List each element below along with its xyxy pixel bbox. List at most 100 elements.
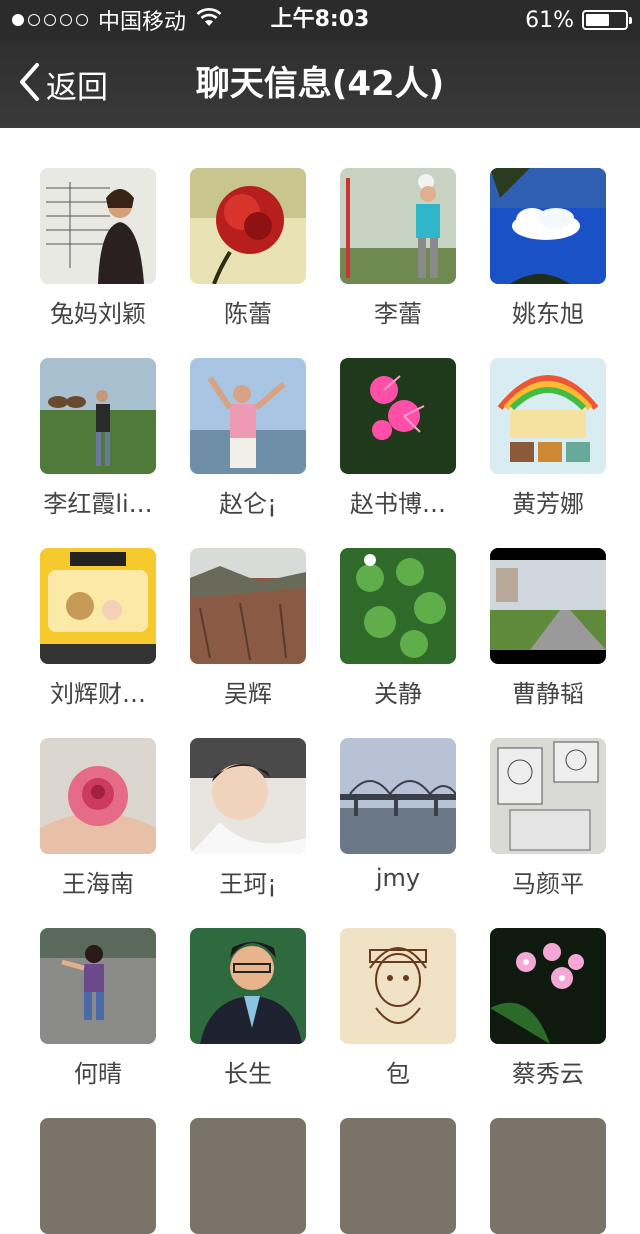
member-item[interactable]: 赵仑¡ xyxy=(190,358,306,518)
member-item[interactable] xyxy=(490,1118,606,1234)
beach-man-photo-icon xyxy=(190,358,306,474)
partial-photo-icon xyxy=(340,1118,456,1234)
avatar xyxy=(40,358,156,474)
chevron-left-icon xyxy=(18,62,40,106)
avatar xyxy=(340,548,456,664)
back-button[interactable]: 返回 xyxy=(18,40,108,128)
member-name: 关静 xyxy=(374,680,422,708)
avatar xyxy=(490,168,606,284)
member-name: 何晴 xyxy=(74,1060,122,1088)
whiteboard-photo-icon xyxy=(40,168,156,284)
member-name: 陈蕾 xyxy=(224,300,272,328)
avatar xyxy=(40,548,156,664)
member-item[interactable]: 曹静韬 xyxy=(490,548,606,708)
avatar xyxy=(190,738,306,854)
member-name: 刘辉财… xyxy=(50,680,146,708)
member-item[interactable]: 李红霞li… xyxy=(40,358,156,518)
battery-icon xyxy=(582,10,632,30)
woman-outdoor-photo-icon xyxy=(340,168,456,284)
member-name: 赵书博… xyxy=(350,490,446,518)
member-item[interactable]: 陈蕾 xyxy=(190,168,306,328)
sketch-photo-icon xyxy=(490,738,606,854)
partial-photo-icon xyxy=(40,1118,156,1234)
member-item[interactable]: 刘辉财… xyxy=(40,548,156,708)
avatar xyxy=(340,168,456,284)
member-name: 李红霞li… xyxy=(43,490,153,518)
child-walking-photo-icon xyxy=(40,928,156,1044)
signal-strength-icon xyxy=(12,14,88,26)
member-name: 赵仑¡ xyxy=(219,490,277,518)
avatar xyxy=(190,928,306,1044)
member-name: 吴辉 xyxy=(224,680,272,708)
cliff-photo-icon xyxy=(190,548,306,664)
member-item[interactable] xyxy=(40,1118,156,1234)
member-item[interactable]: 李蕾 xyxy=(340,168,456,328)
avatar xyxy=(40,928,156,1044)
paper-artist-photo-icon xyxy=(490,358,606,474)
pink-blossoms-photo-icon xyxy=(490,928,606,1044)
carrier-name: 中国移动 xyxy=(98,10,187,35)
avatar xyxy=(190,548,306,664)
sleeping-baby-photo-icon xyxy=(190,738,306,854)
member-name: jmy xyxy=(375,864,421,892)
navigation-bar: 返回 聊天信息(42人) xyxy=(0,40,640,128)
member-name: 长生 xyxy=(224,1060,272,1088)
avatar xyxy=(490,358,606,474)
member-item[interactable]: 包 xyxy=(340,928,456,1088)
red-rose-photo-icon xyxy=(190,168,306,284)
avatar xyxy=(490,928,606,1044)
member-name: 蔡秀云 xyxy=(512,1060,584,1088)
pink-flower-photo-icon xyxy=(340,358,456,474)
member-item[interactable]: 赵书博… xyxy=(340,358,456,518)
member-item[interactable]: 兔妈刘颖 xyxy=(40,168,156,328)
back-label: 返回 xyxy=(46,69,108,106)
avatar xyxy=(40,168,156,284)
avatar xyxy=(340,358,456,474)
status-right: 61% xyxy=(525,0,632,40)
status-left: 中国移动 xyxy=(12,0,222,40)
member-item[interactable]: 黄芳娜 xyxy=(490,358,606,518)
member-name: 黄芳娜 xyxy=(512,490,584,518)
member-item[interactable]: 马颜平 xyxy=(490,738,606,898)
member-item[interactable]: 长生 xyxy=(190,928,306,1088)
avatar xyxy=(190,358,306,474)
member-item[interactable]: 王珂¡ xyxy=(190,738,306,898)
member-item[interactable]: 吴辉 xyxy=(190,548,306,708)
avatar xyxy=(340,1118,456,1234)
wifi-icon xyxy=(196,7,222,33)
partial-photo-icon xyxy=(190,1118,306,1234)
battery-percent: 61% xyxy=(525,7,574,33)
member-item[interactable]: 王海南 xyxy=(40,738,156,898)
member-item[interactable]: 姚东旭 xyxy=(490,168,606,328)
member-item[interactable]: 蔡秀云 xyxy=(490,928,606,1088)
avatar xyxy=(190,1118,306,1234)
member-name: 包 xyxy=(386,1060,410,1088)
member-name: 兔妈刘颖 xyxy=(50,300,146,328)
member-item[interactable] xyxy=(340,1118,456,1234)
member-item[interactable] xyxy=(190,1118,306,1234)
member-item[interactable]: 何晴 xyxy=(40,928,156,1088)
member-grid: 兔妈刘颖 陈蕾 李蕾 姚东旭李红霞li… 赵仑¡ 赵书博… 黄芳娜刘辉财… 吴辉 关静 曹静韬王海… xyxy=(40,168,606,1234)
avatar xyxy=(40,738,156,854)
avatar xyxy=(340,738,456,854)
member-name: 王海南 xyxy=(62,870,134,898)
avatar xyxy=(490,1118,606,1234)
status-bar: 中国移动 上午8:03 61% xyxy=(0,0,640,40)
member-name: 曹静韬 xyxy=(512,680,584,708)
bridge-photo-icon xyxy=(340,738,456,854)
partial-photo-icon xyxy=(490,1118,606,1234)
member-item[interactable]: jmy xyxy=(340,738,456,892)
member-name: 马颜平 xyxy=(512,870,584,898)
member-item[interactable]: 关静 xyxy=(340,548,456,708)
avatar xyxy=(40,1118,156,1234)
rose-in-hands-photo-icon xyxy=(40,738,156,854)
member-name: 姚东旭 xyxy=(512,300,584,328)
member-name: 王珂¡ xyxy=(219,870,277,898)
battery-level xyxy=(586,14,610,26)
avatar xyxy=(490,548,606,664)
blue-sky-cloud-photo-icon xyxy=(490,168,606,284)
street-photo-icon xyxy=(490,548,606,664)
clover-photo-icon xyxy=(340,548,456,664)
man-portrait-photo-icon xyxy=(190,928,306,1044)
school-bus-photo-icon xyxy=(40,548,156,664)
